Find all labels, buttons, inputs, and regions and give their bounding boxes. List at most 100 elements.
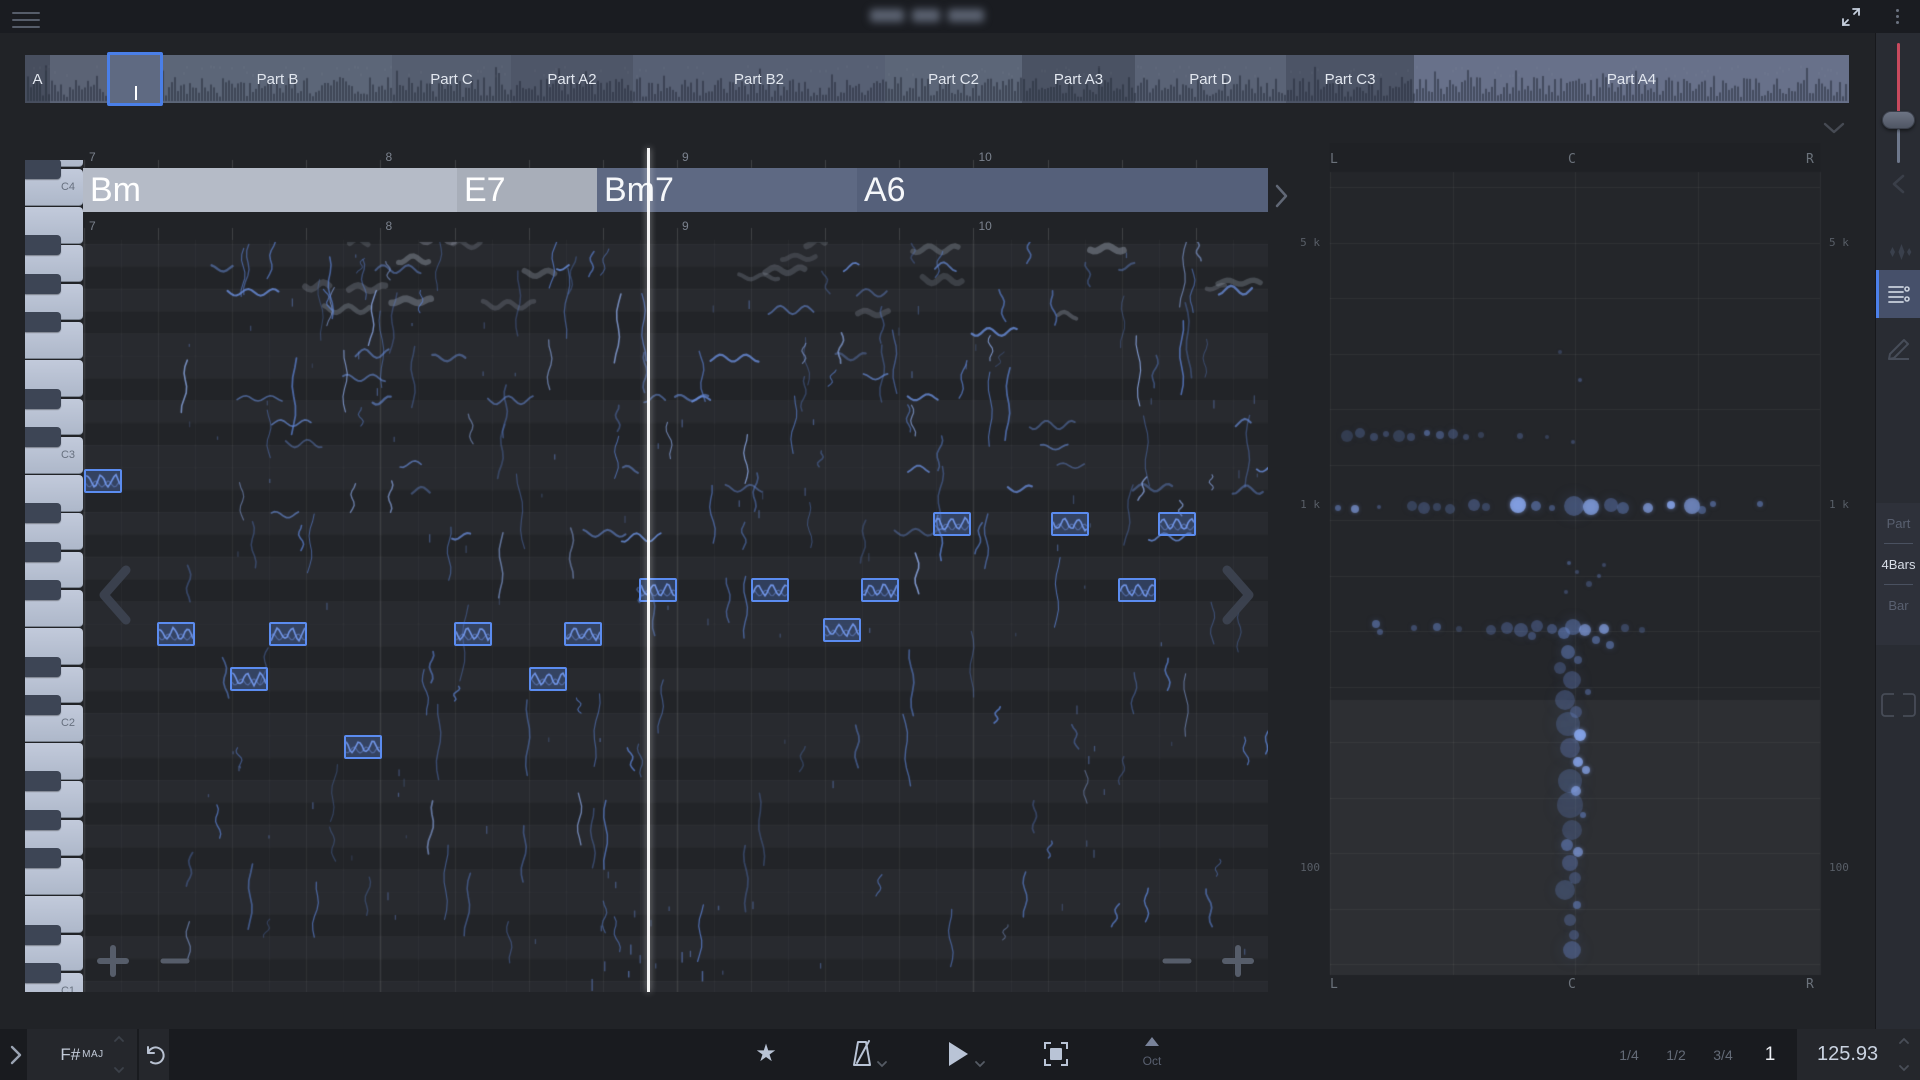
piano-black-key[interactable]: [25, 389, 61, 409]
bpm-up-icon[interactable]: [1898, 1037, 1910, 1045]
selected-note-box[interactable]: [861, 578, 899, 602]
octave-control[interactable]: Oct: [1132, 1033, 1172, 1068]
part-clip-part-a2[interactable]: Part A2: [511, 55, 633, 103]
pitch-editor-canvas[interactable]: [83, 140, 1268, 992]
piano-black-key[interactable]: [25, 274, 61, 294]
piano-black-key[interactable]: [25, 160, 61, 179]
favorite-button[interactable]: ★: [753, 1039, 779, 1069]
part-clip-part-b2[interactable]: Part B2: [633, 55, 885, 103]
piano-black-key[interactable]: [25, 963, 61, 983]
selected-note-box[interactable]: [1051, 512, 1089, 536]
part-clip-label: Part A3: [1022, 55, 1135, 103]
quantize-3-4[interactable]: 3/4: [1713, 1029, 1732, 1080]
tool-notes-list-selected[interactable]: [1876, 270, 1920, 318]
part-clip-a[interactable]: A: [25, 55, 50, 103]
quantize-1-2[interactable]: 1/2: [1666, 1029, 1685, 1080]
piano-black-key[interactable]: [25, 235, 61, 255]
zoom-in-right-button[interactable]: [1221, 944, 1255, 978]
part-clip-part-a4[interactable]: Part A4: [1414, 55, 1849, 103]
selected-note-box[interactable]: [1118, 578, 1156, 602]
scroll-left-button[interactable]: [95, 563, 137, 627]
zoom-out-right-button[interactable]: [1160, 944, 1194, 978]
chord-label: E7: [457, 168, 506, 212]
key-up-icon[interactable]: [113, 1035, 125, 1043]
piano-black-key[interactable]: [25, 312, 61, 332]
zoom-out-button[interactable]: [158, 944, 192, 978]
piano-black-key[interactable]: [25, 925, 61, 945]
chord-label: Bm: [83, 168, 141, 212]
star-icon: ★: [755, 1042, 777, 1066]
part-clip-untitled[interactable]: [50, 55, 107, 103]
piano-black-key[interactable]: [25, 542, 61, 562]
key-signature-control[interactable]: F# MAJ: [27, 1029, 137, 1080]
more-options-icon[interactable]: [1892, 6, 1902, 28]
part-clip-part-a3[interactable]: Part A3: [1022, 55, 1135, 103]
part-clip-part-c3[interactable]: Part C3: [1286, 55, 1414, 103]
piano-black-key[interactable]: [25, 810, 61, 830]
play-button[interactable]: [944, 1038, 972, 1070]
piano-keyboard[interactable]: C4C3C2C1: [25, 160, 83, 992]
selected-note-box[interactable]: [823, 618, 861, 642]
tune-sparkle-icon[interactable]: [1876, 238, 1920, 266]
menu-icon[interactable]: [12, 7, 40, 26]
volume-slider-knob[interactable]: [1882, 111, 1915, 129]
chord-next-icon[interactable]: [1272, 182, 1290, 210]
selected-note-box[interactable]: [751, 578, 789, 602]
piano-black-key[interactable]: [25, 695, 61, 715]
chord-block-e7[interactable]: E7: [457, 168, 597, 212]
loop-region-button[interactable]: [1042, 1039, 1070, 1069]
collapse-panel-chevron-icon[interactable]: [1822, 122, 1846, 134]
selected-note-box[interactable]: [157, 622, 195, 646]
expand-chevron-icon[interactable]: [8, 1044, 24, 1066]
selected-note-box[interactable]: [84, 469, 122, 493]
part-clip-part-c[interactable]: Part C: [392, 55, 511, 103]
chord-block-bm[interactable]: Bm: [83, 168, 457, 212]
chord-block-a6[interactable]: A6: [857, 168, 1268, 212]
piano-black-key[interactable]: [25, 848, 61, 868]
chord-block-bm7[interactable]: Bm7: [597, 168, 857, 212]
play-icon: [946, 1040, 970, 1068]
metronome-icon: [849, 1039, 875, 1069]
part-clip-selected[interactable]: [107, 52, 163, 106]
bpm-down-icon[interactable]: [1898, 1064, 1910, 1072]
zoom-mode-part[interactable]: Part: [1876, 503, 1920, 543]
piano-black-key[interactable]: [25, 427, 61, 447]
selection-frame-icon[interactable]: [1876, 691, 1920, 719]
zoom-in-button[interactable]: [96, 944, 130, 978]
zoom-mode-4bars[interactable]: 4Bars: [1876, 544, 1920, 584]
piano-black-key[interactable]: [25, 580, 61, 600]
metronome-options-chevron-icon[interactable]: [876, 1060, 888, 1068]
metronome-button[interactable]: [848, 1038, 876, 1070]
quantize-1-4[interactable]: 1/4: [1619, 1029, 1638, 1080]
back-chevron-icon[interactable]: [1876, 173, 1920, 195]
tempo-control[interactable]: 125.93: [1797, 1029, 1920, 1080]
part-clip-part-d[interactable]: Part D: [1135, 55, 1286, 103]
selected-note-box[interactable]: [529, 667, 567, 691]
piano-black-key[interactable]: [25, 503, 61, 523]
pencil-edit-icon[interactable]: [1876, 333, 1920, 361]
selected-note-box[interactable]: [564, 622, 602, 646]
arrangement-timeline[interactable]: APart BPart CPart A2Part B2Part C2Part A…: [0, 55, 1920, 103]
resize-window-icon[interactable]: [1840, 6, 1862, 28]
volume-meter: [1897, 43, 1900, 113]
play-options-chevron-icon[interactable]: [974, 1060, 986, 1068]
part-clip-part-b[interactable]: Part B: [163, 55, 392, 103]
quantize-1-selected[interactable]: 1: [1765, 1029, 1776, 1080]
octave-label: Oct: [1132, 1054, 1172, 1068]
selected-note-box[interactable]: [1158, 512, 1196, 536]
scroll-right-button[interactable]: [1216, 563, 1258, 627]
piano-black-key[interactable]: [25, 771, 61, 791]
selected-note-box[interactable]: [933, 512, 971, 536]
zoom-mode-bar[interactable]: Bar: [1876, 585, 1920, 625]
key-down-icon[interactable]: [113, 1066, 125, 1074]
selected-note-box[interactable]: [269, 622, 307, 646]
selected-note-box[interactable]: [230, 667, 268, 691]
selected-note-box[interactable]: [344, 735, 382, 759]
selected-note-box[interactable]: [639, 578, 677, 602]
piano-black-key[interactable]: [25, 657, 61, 677]
undo-button[interactable]: [139, 1029, 169, 1080]
part-clip-part-c2[interactable]: Part C2: [885, 55, 1022, 103]
selected-note-box[interactable]: [454, 622, 492, 646]
chord-label: A6: [857, 168, 906, 212]
playhead[interactable]: [647, 148, 650, 992]
